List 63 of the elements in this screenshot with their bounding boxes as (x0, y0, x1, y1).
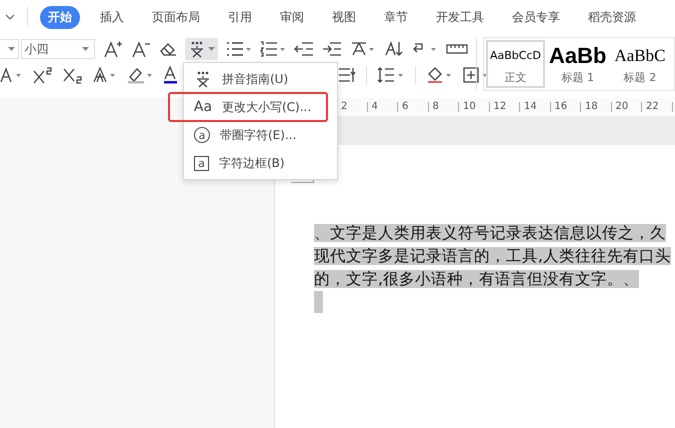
superscript-icon[interactable] (32, 66, 54, 84)
style-sample: AaBb (549, 43, 606, 69)
menu-item[interactable]: a 字符边框(B) (184, 149, 285, 177)
ruler-number: 10 (459, 102, 490, 112)
style-sample: AaBbC (614, 45, 666, 67)
ribbon-tab[interactable]: 开发工具 (428, 6, 492, 28)
ruler-number: 4 (368, 102, 398, 112)
bullet-list-icon[interactable] (226, 41, 252, 57)
line-spacing-icon[interactable] (377, 66, 405, 84)
pinyin-button[interactable] (185, 38, 218, 60)
ruler-number: 6 (398, 102, 428, 112)
ruler-number: 14 (520, 102, 550, 112)
ribbon-tab[interactable]: 插入 (92, 6, 132, 28)
menu-item[interactable]: 拼音指南(U) (184, 65, 288, 93)
ribbon-tab[interactable]: 视图 (324, 6, 364, 28)
distribute-icon[interactable] (338, 67, 356, 83)
ribbon-tab[interactable]: 会员专享 (504, 6, 568, 28)
highlighter-icon[interactable] (126, 66, 154, 84)
text-outline-icon[interactable] (92, 66, 118, 84)
ruler-number: 8 (428, 102, 459, 112)
ribbon-tab[interactable]: 审阅 (272, 6, 312, 28)
menu-item-icon: a (194, 156, 209, 170)
menu-item[interactable]: Aa 更改大小写(C)... (168, 92, 328, 122)
caret-icon (208, 47, 215, 51)
numbered-list-icon[interactable] (260, 41, 286, 57)
pinyin-icon (194, 70, 212, 88)
ruler-number: 20 (612, 102, 642, 112)
shading-icon[interactable] (426, 66, 454, 84)
menu-item-icon: Aa (194, 98, 212, 116)
style-item[interactable]: AaBb 标题 1 (545, 40, 610, 88)
menu-item[interactable]: a 带圈字符(E)... (184, 121, 296, 149)
caret-icon[interactable] (5, 14, 15, 20)
font-name-select[interactable] (0, 39, 19, 59)
ribbon-tab[interactable]: 稻壳资源 (580, 6, 644, 28)
indent-icon[interactable] (322, 41, 342, 57)
style-name: 正文 (504, 70, 526, 85)
caret-icon (82, 47, 89, 51)
ruler-number: 22 (642, 102, 672, 112)
font-effect-icon[interactable] (0, 66, 24, 84)
style-name: 标题 2 (624, 70, 656, 85)
ruler-number: 16 (550, 102, 581, 112)
caret-icon (8, 47, 15, 51)
font-size-select[interactable]: 小四 (20, 39, 95, 59)
ribbon-tab[interactable]: 页面布局 (144, 6, 208, 28)
style-name: 标题 1 (561, 70, 594, 85)
ribbon-tab[interactable]: 章节 (376, 6, 416, 28)
ribbon-tab[interactable]: 引用 (220, 6, 260, 28)
ruler-number: 12 (490, 102, 520, 112)
sort-icon[interactable] (384, 41, 404, 57)
eraser-icon[interactable] (159, 41, 177, 57)
menu-item-icon: a (194, 127, 210, 143)
ruler-icon[interactable] (446, 43, 468, 55)
shrink-font-icon[interactable] (131, 40, 151, 58)
ribbon-tab[interactable]: 开始 (40, 6, 80, 28)
asian-layout-icon[interactable] (350, 41, 376, 57)
ruler-number: 18 (581, 102, 612, 112)
style-item[interactable]: AaBbC 标题 2 (610, 40, 670, 88)
outdent-icon[interactable] (294, 41, 314, 57)
pinyin-icon (188, 40, 206, 58)
subscript-icon[interactable] (62, 66, 84, 84)
style-item[interactable]: AaBbCcD 正文 (486, 40, 545, 88)
style-sample: AaBbCcD (490, 48, 541, 64)
grow-font-icon[interactable] (103, 40, 123, 58)
